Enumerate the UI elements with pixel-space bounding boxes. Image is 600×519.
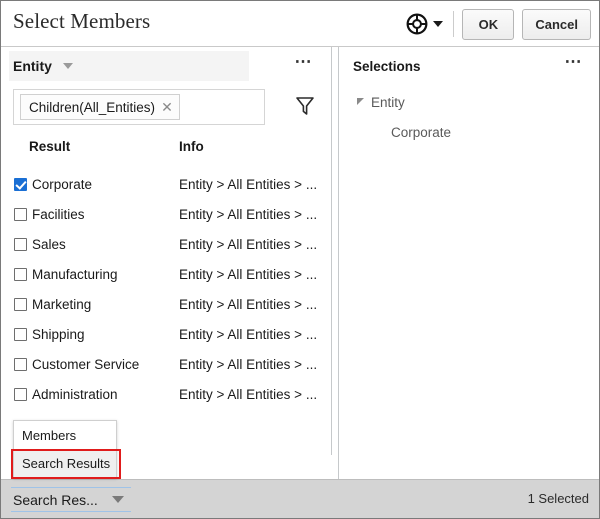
selections-pane-overflow-button[interactable]: ⋯: [565, 57, 584, 67]
tree-node-entity[interactable]: Entity: [339, 87, 599, 117]
mode-option-search-results[interactable]: Search Results: [14, 449, 116, 477]
row-label: Shipping: [32, 327, 85, 342]
selections-pane: Selections ⋯ Entity Corporate: [339, 47, 599, 479]
result-list[interactable]: CorporateEntity > All Entities > ...Faci…: [1, 169, 331, 457]
status-bar: Search Res... 1 Selected: [1, 479, 599, 518]
search-chip[interactable]: Children(All_Entities) ✕: [20, 94, 180, 120]
row-checkbox[interactable]: [14, 178, 27, 191]
result-list-headers: Result Info: [1, 139, 332, 165]
row-info: Entity > All Entities > ...: [179, 387, 317, 402]
status-badge: 1 Selected: [528, 491, 589, 506]
mode-combobox[interactable]: Search Res...: [11, 487, 131, 512]
row-label: Manufacturing: [32, 267, 118, 282]
row-checkbox[interactable]: [14, 358, 27, 371]
selections-tree[interactable]: Entity Corporate: [339, 87, 599, 147]
row-checkbox[interactable]: [14, 388, 27, 401]
row-info: Entity > All Entities > ...: [179, 207, 317, 222]
row-label: Customer Service: [32, 357, 139, 372]
members-pane: Entity ⋯ Children(All_Entities) ✕ Result…: [1, 47, 332, 479]
row-label: Corporate: [32, 177, 92, 192]
selections-title: Selections: [353, 59, 421, 74]
row-info: Entity > All Entities > ...: [179, 237, 317, 252]
chevron-down-icon[interactable]: [112, 496, 124, 503]
table-row[interactable]: Marketing Entity > All Entities > ...: [1, 289, 331, 319]
chevron-down-icon[interactable]: [63, 63, 73, 69]
header-actions: OK Cancel: [406, 7, 591, 41]
row-info: Entity > All Entities > ...: [179, 357, 317, 372]
close-icon[interactable]: ✕: [161, 100, 173, 114]
row-label: Administration: [32, 387, 118, 402]
table-row[interactable]: Manufacturing Entity > All Entities > ...: [1, 259, 331, 289]
chevron-down-icon[interactable]: [433, 21, 443, 27]
funnel-filter-icon[interactable]: [295, 95, 317, 119]
table-row[interactable]: Customer Service Entity > All Entities > …: [1, 349, 331, 379]
row-info: Entity > All Entities > ...: [179, 177, 317, 192]
column-header-result: Result: [29, 139, 70, 154]
row-label: Marketing: [32, 297, 91, 312]
table-row[interactable]: Administration Entity > All Entities > ..…: [1, 379, 331, 409]
life-preserver-icon[interactable]: [406, 13, 428, 35]
row-label: Facilities: [32, 207, 85, 222]
table-row[interactable]: Shipping Entity > All Entities > ...: [1, 319, 331, 349]
row-checkbox[interactable]: [14, 328, 27, 341]
row-info: Entity > All Entities > ...: [179, 267, 317, 282]
tree-node-corporate[interactable]: Corporate: [339, 117, 599, 147]
members-pane-border: [331, 47, 332, 455]
row-checkbox[interactable]: [14, 208, 27, 221]
dimension-selector[interactable]: Entity: [9, 51, 249, 81]
ok-button[interactable]: OK: [462, 9, 514, 40]
header-divider: [453, 11, 454, 37]
table-row[interactable]: Sales Entity > All Entities > ...: [1, 229, 331, 259]
dialog-title-bar: Select Members OK Cancel: [1, 1, 599, 47]
row-checkbox[interactable]: [14, 298, 27, 311]
select-members-dialog: Select Members OK Cancel: [0, 0, 600, 519]
tree-node-label: Entity: [371, 95, 405, 110]
help-menu-button[interactable]: [406, 13, 443, 35]
row-info: Entity > All Entities > ...: [179, 327, 317, 342]
row-label: Sales: [32, 237, 66, 252]
column-header-info: Info: [179, 139, 204, 154]
mode-option-members[interactable]: Members: [14, 421, 116, 449]
triangle-expanded-icon[interactable]: [357, 98, 364, 105]
page-title: Select Members: [13, 9, 150, 34]
dialog-body: Entity ⋯ Children(All_Entities) ✕ Result…: [1, 47, 599, 479]
table-row[interactable]: Corporate Entity > All Entities > ...: [1, 169, 331, 199]
members-pane-overflow-button[interactable]: ⋯: [295, 57, 314, 67]
table-row[interactable]: Facilities Entity > All Entities > ...: [1, 199, 331, 229]
row-checkbox[interactable]: [14, 268, 27, 281]
cancel-button[interactable]: Cancel: [522, 9, 591, 40]
mode-combobox-value: Search Res...: [13, 492, 98, 508]
row-checkbox[interactable]: [14, 238, 27, 251]
dimension-label: Entity: [13, 58, 52, 74]
mode-dropdown-popup[interactable]: Members Search Results: [13, 420, 117, 478]
search-input[interactable]: Children(All_Entities) ✕: [13, 89, 265, 125]
search-chip-label: Children(All_Entities): [29, 100, 155, 115]
row-info: Entity > All Entities > ...: [179, 297, 317, 312]
